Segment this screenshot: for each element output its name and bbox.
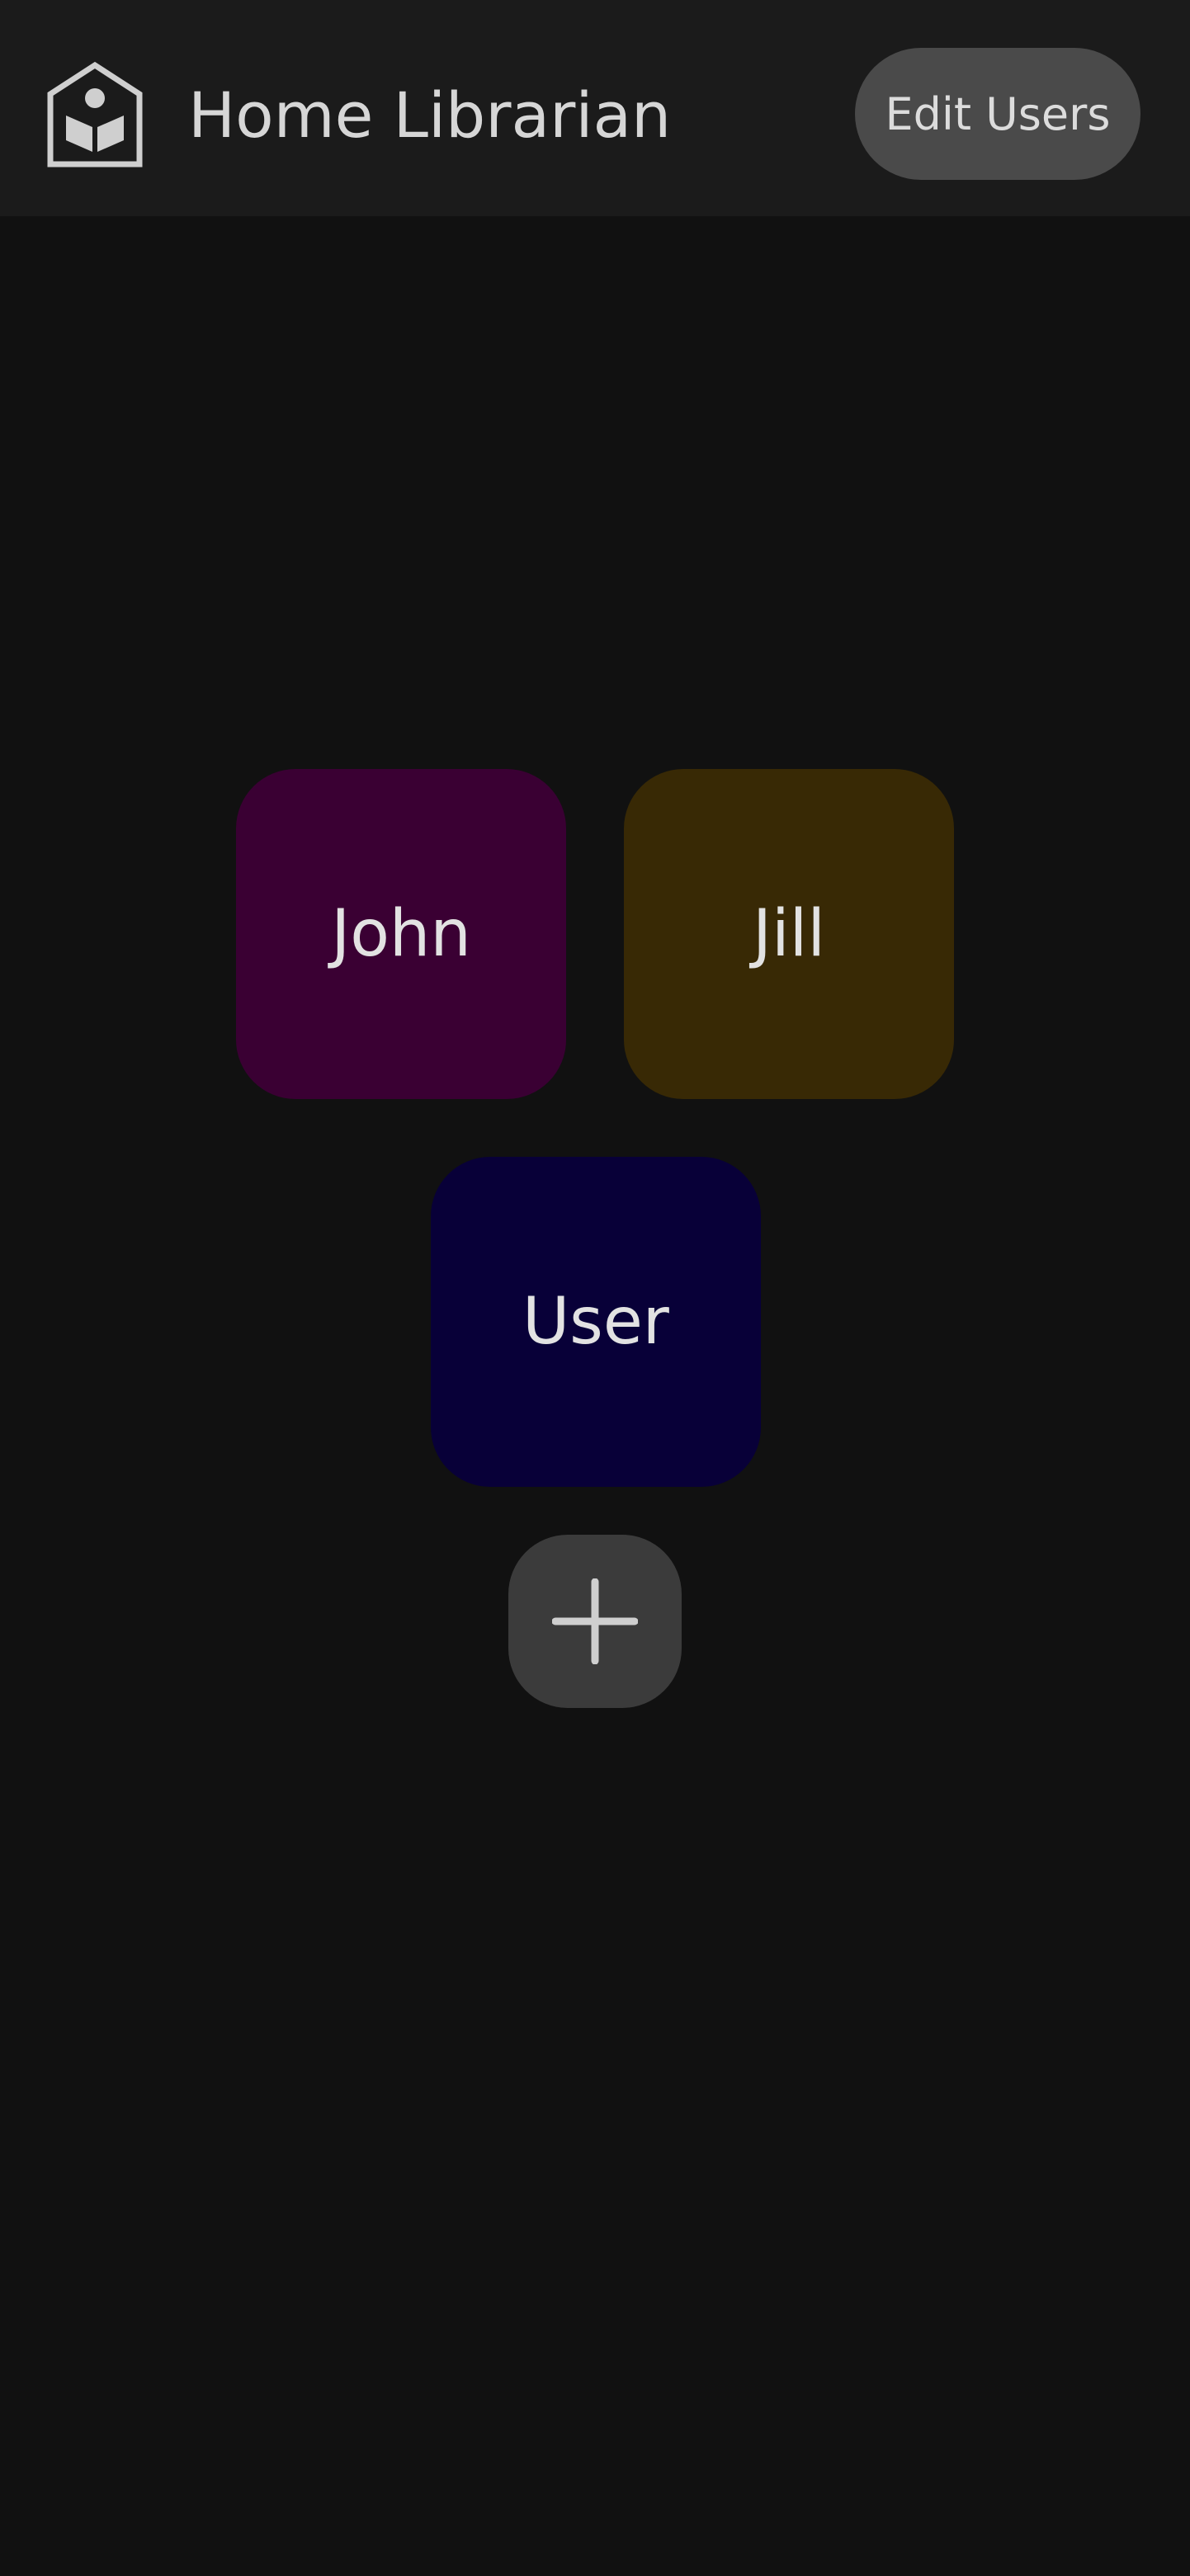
user-tile-user[interactable]: User — [431, 1157, 761, 1487]
app-header: Home Librarian Edit Users — [0, 0, 1190, 216]
add-user-button[interactable] — [508, 1535, 682, 1708]
user-tile-jill[interactable]: Jill — [624, 769, 954, 1099]
user-tile-john[interactable]: John — [236, 769, 566, 1099]
app-title: Home Librarian — [188, 78, 672, 152]
edit-users-button[interactable]: Edit Users — [855, 48, 1140, 180]
plus-icon — [552, 1578, 638, 1664]
house-book-icon — [46, 61, 144, 168]
